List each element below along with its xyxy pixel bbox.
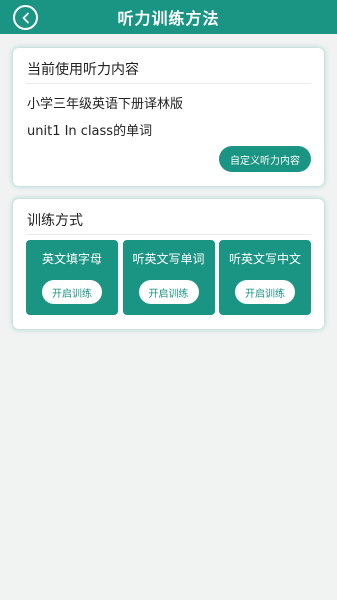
start-training-button[interactable]: 开启训练 [42,280,102,304]
training-mode-card: 训练方式 英文填字母 开启训练 听英文写单词 开启训练 听英文写中文 开启训练 [13,199,324,329]
unit-name: unit1 In class的单词 [27,124,153,139]
current-content-card: 当前使用听力内容 小学三年级英语下册译林版 unit1 In class的单词 … [13,48,324,186]
app-header: 听力训练方法 [0,0,337,34]
back-button[interactable] [13,5,38,30]
mode-label: 听英文写中文 [228,252,301,266]
training-mode-title: 训练方式 [27,213,83,229]
chevron-left-icon [22,12,29,23]
divider [26,234,311,235]
page-title: 听力训练方法 [117,9,220,28]
divider [26,83,311,84]
mode-write-words[interactable]: 听英文写单词 开启训练 [122,240,215,315]
mode-list: 英文填字母 开启训练 听英文写单词 开启训练 听英文写中文 开启训练 [26,240,311,315]
mode-label: 英文填字母 [41,252,102,266]
start-training-button[interactable]: 开启训练 [235,280,295,304]
mode-fill-letters[interactable]: 英文填字母 开启训练 [26,240,118,315]
mode-write-chinese[interactable]: 听英文写中文 开启训练 [219,240,311,315]
custom-content-button[interactable]: 自定义听力内容 [219,146,311,172]
book-name: 小学三年级英语下册译林版 [27,97,184,112]
current-content-title: 当前使用听力内容 [27,62,139,78]
start-training-button[interactable]: 开启训练 [138,280,199,304]
mode-label: 听英文写单词 [132,252,205,266]
